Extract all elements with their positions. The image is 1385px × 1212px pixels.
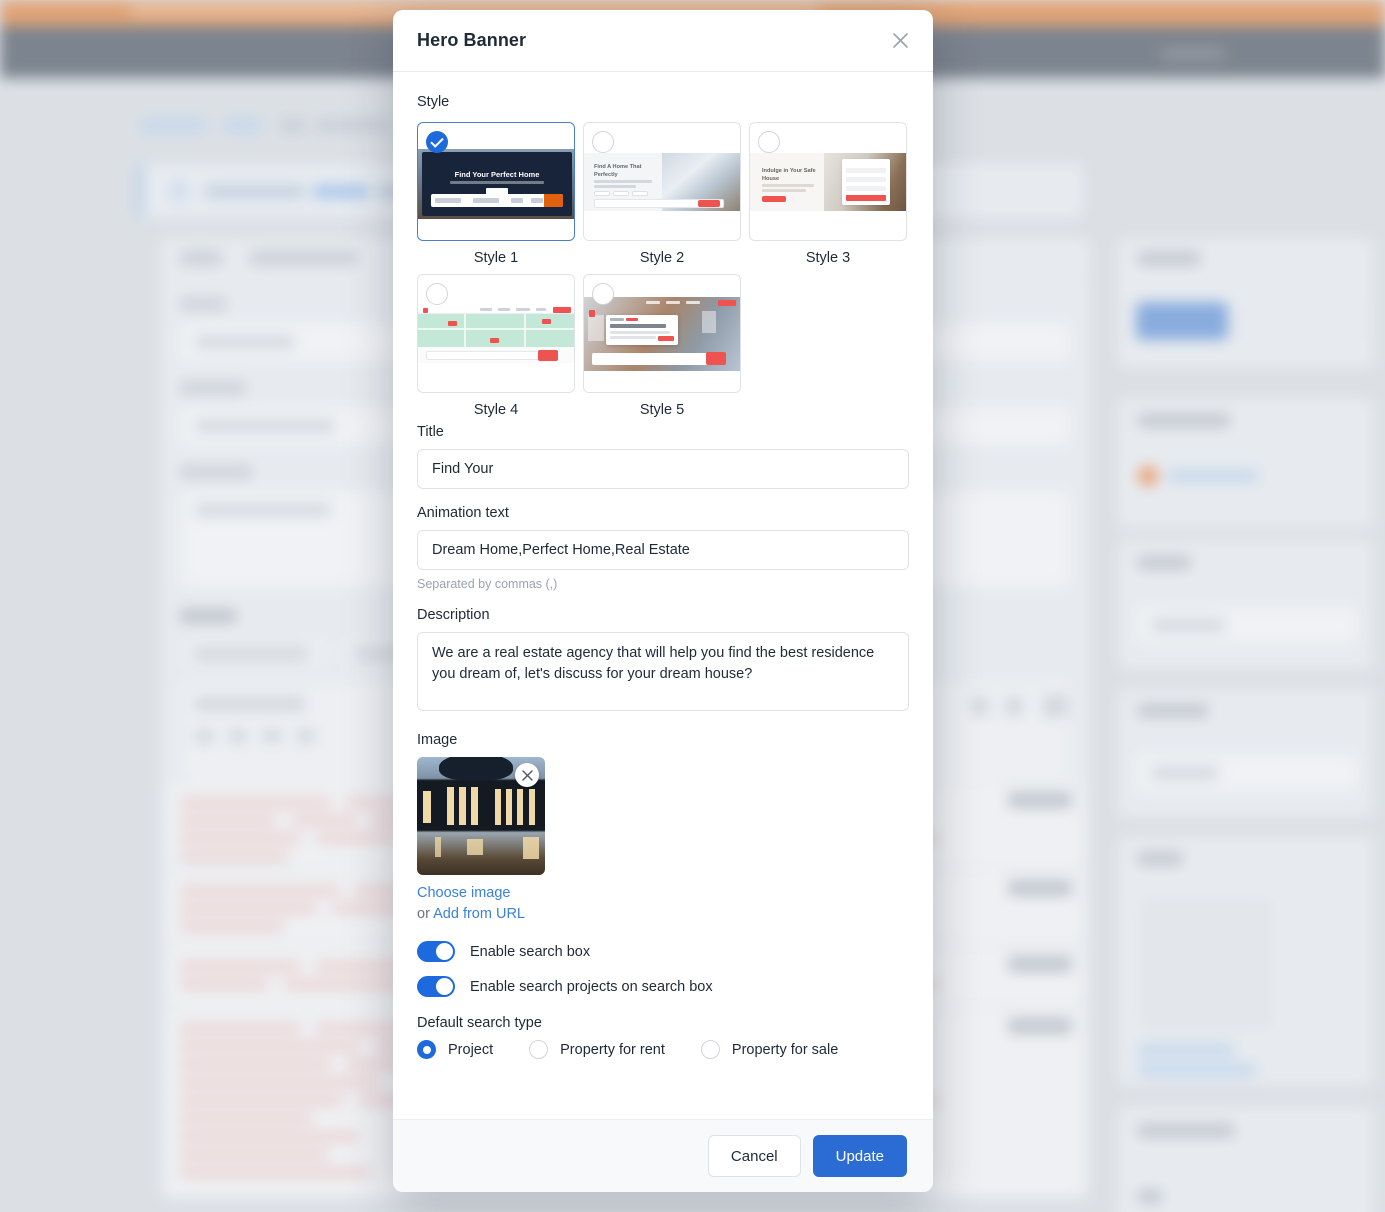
dialog-footer: Cancel Update	[393, 1119, 933, 1192]
style-option-4-thumbnail[interactable]	[417, 274, 575, 393]
style-2-preview-heading: Find A Home That Perfectly	[594, 164, 642, 178]
style-option-1-caption: Style 1	[473, 250, 519, 266]
enable-search-box-label: Enable search box	[470, 943, 591, 960]
style-option-5: Style 5	[583, 274, 741, 418]
default-search-type-group: Default search type Project Property for…	[417, 1015, 909, 1060]
radio-icon[interactable]	[592, 283, 614, 305]
toggle-knob	[436, 943, 453, 961]
image-preview	[417, 757, 545, 875]
title-field-group: Title	[417, 424, 909, 489]
update-button[interactable]: Update	[812, 1135, 907, 1177]
toggle-knob	[436, 978, 453, 996]
radio-icon[interactable]	[529, 1040, 549, 1060]
radio-label-property-for-rent: Property for rent	[560, 1041, 665, 1058]
style-option-5-caption: Style 5	[639, 402, 685, 418]
style-option-2: Find A Home That Perfectly Style 2	[583, 122, 741, 266]
radio-label-project: Project	[448, 1041, 494, 1058]
cancel-button[interactable]: Cancel	[707, 1135, 801, 1177]
enable-search-box-row: Enable search box	[417, 941, 909, 963]
radio-icon[interactable]	[426, 283, 448, 305]
style-1-preview-heading: Find Your Perfect Home	[454, 170, 540, 179]
image-label: Image	[417, 732, 458, 748]
radio-item-property-for-rent[interactable]: Property for rent	[529, 1040, 665, 1060]
dialog-body: Style Find Your Perfect Home Style 1 Fin…	[393, 72, 933, 1119]
check-icon[interactable]	[426, 131, 448, 153]
style-option-3: Indulge in Your Safe House Style 3	[749, 122, 907, 266]
style-2-preview: Find A Home That Perfectly	[584, 153, 740, 211]
image-actions: Choose image or Add from URL	[417, 883, 909, 925]
add-from-url-link[interactable]: Add from URL	[433, 906, 525, 922]
style-5-preview	[584, 297, 740, 371]
style-option-1-thumbnail[interactable]: Find Your Perfect Home	[417, 122, 575, 241]
dialog-title: Hero Banner	[417, 30, 527, 50]
radio-item-property-for-sale[interactable]: Property for sale	[700, 1040, 839, 1060]
radio-icon[interactable]	[700, 1040, 720, 1060]
remove-image-icon[interactable]	[515, 763, 539, 787]
style-option-2-thumbnail[interactable]: Find A Home That Perfectly	[583, 122, 741, 241]
style-3-preview-heading: Indulge in Your Safe House	[762, 168, 816, 182]
radio-item-project[interactable]: Project	[417, 1040, 494, 1060]
radio-icon[interactable]	[758, 131, 780, 153]
style-picker: Find Your Perfect Home Style 1 Find A Ho…	[417, 122, 909, 418]
hero-banner-dialog: Hero Banner Style Find Your Perfect Home	[393, 10, 933, 1192]
default-search-type-radios: Project Property for rent Property for s…	[417, 1040, 909, 1060]
image-or-text: or	[417, 906, 434, 923]
style-section-label: Style	[417, 94, 450, 110]
enable-search-projects-row: Enable search projects on search box	[417, 976, 909, 998]
default-search-type-label: Default search type	[417, 1015, 542, 1032]
radio-icon[interactable]	[417, 1040, 436, 1060]
enable-search-box-toggle[interactable]	[417, 941, 455, 963]
enable-search-projects-toggle[interactable]	[417, 976, 455, 998]
style-option-1: Find Your Perfect Home Style 1	[417, 122, 575, 266]
title-input[interactable]	[417, 449, 909, 489]
style-option-3-thumbnail[interactable]: Indulge in Your Safe House	[749, 122, 907, 241]
radio-label-property-for-sale: Property for sale	[731, 1041, 839, 1058]
image-field-group: Image Choose image or Add from URL	[417, 732, 909, 925]
title-label: Title	[417, 424, 444, 440]
style-option-4-caption: Style 4	[473, 402, 519, 418]
animation-text-label: Animation text	[417, 505, 509, 521]
description-field-group: Description	[417, 607, 909, 716]
style-option-2-caption: Style 2	[639, 250, 685, 266]
style-option-5-thumbnail[interactable]	[583, 274, 741, 393]
description-textarea[interactable]	[417, 632, 909, 711]
description-label: Description	[417, 607, 490, 623]
enable-search-projects-label: Enable search projects on search box	[470, 978, 713, 995]
style-option-4: Style 4	[417, 274, 575, 418]
style-1-preview: Find Your Perfect Home	[418, 149, 574, 219]
radio-icon[interactable]	[592, 131, 614, 153]
style-option-3-caption: Style 3	[805, 250, 851, 266]
style-3-preview: Indulge in Your Safe House	[750, 153, 906, 211]
animation-text-hint: Separated by commas (,)	[417, 577, 558, 591]
animation-text-input[interactable]	[417, 530, 909, 570]
animation-text-field-group: Animation text Separated by commas (,)	[417, 505, 909, 591]
choose-image-link[interactable]: Choose image	[417, 885, 511, 901]
style-4-preview	[418, 305, 574, 363]
close-icon[interactable]	[885, 26, 915, 56]
dialog-header: Hero Banner	[393, 10, 933, 72]
